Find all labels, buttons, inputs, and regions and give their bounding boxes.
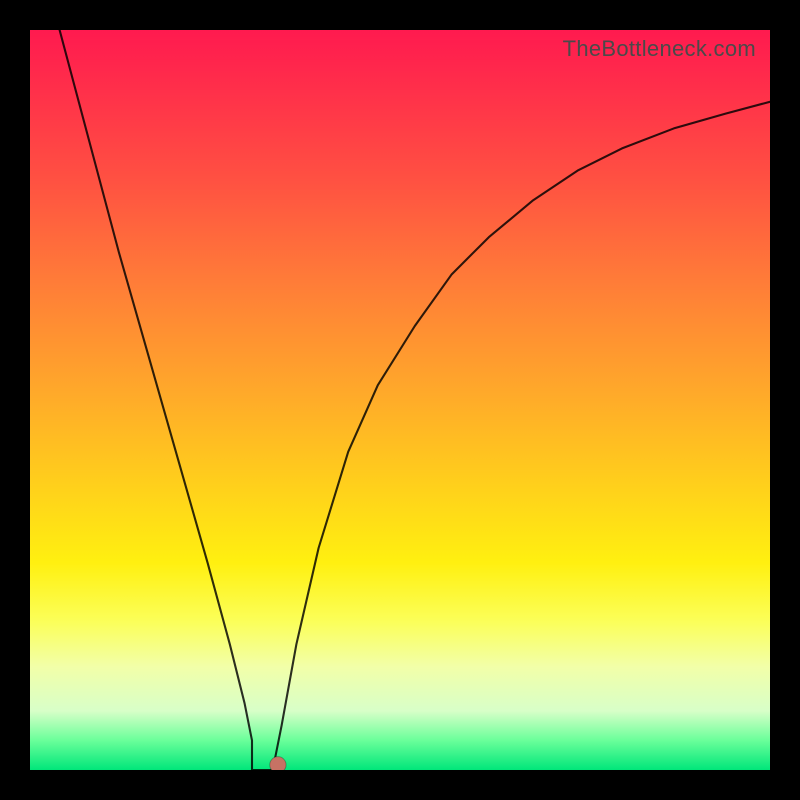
chart-plot-area: TheBottleneck.com <box>30 30 770 770</box>
chart-svg <box>30 30 770 770</box>
minimum-point-marker <box>270 757 286 770</box>
bottleneck-curve <box>60 30 770 770</box>
